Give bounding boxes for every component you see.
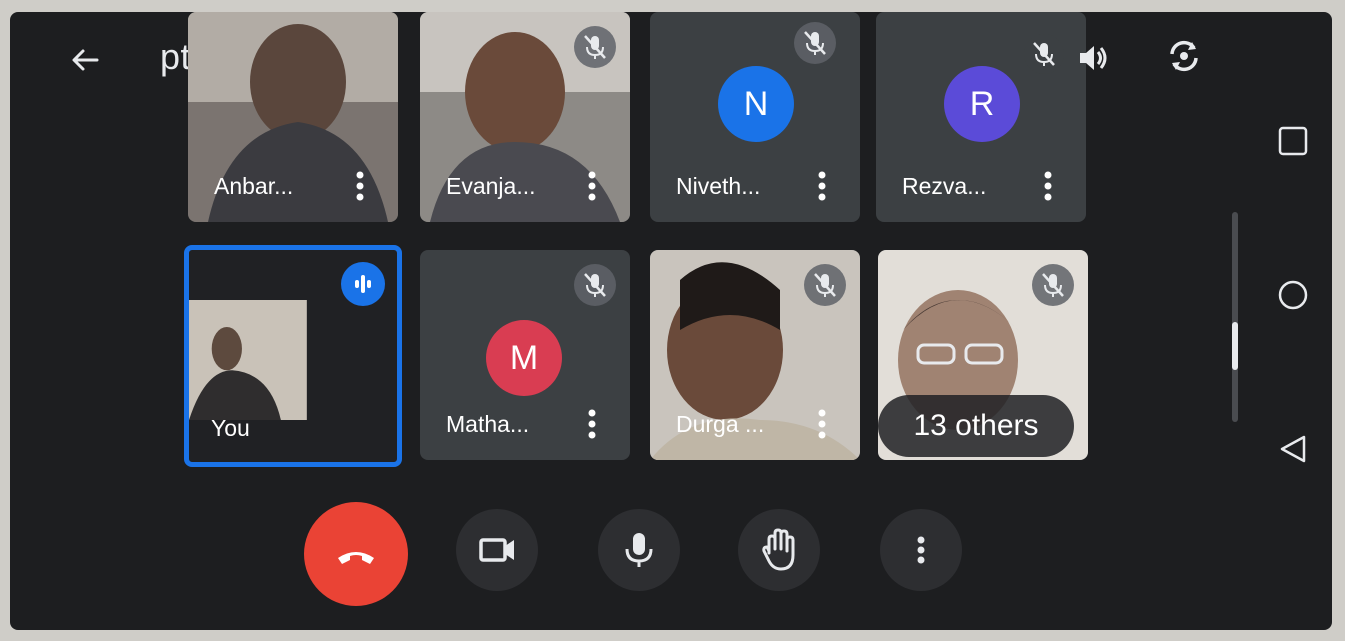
mic-off-icon — [794, 22, 836, 64]
more-vert-icon[interactable] — [586, 170, 598, 202]
meet-call-screen: ptg-idvx-nxw ▸ Anbar... Evanja... — [10, 12, 1332, 630]
volume-slider-handle[interactable] — [1232, 322, 1238, 370]
participant-name: Niveth... — [676, 173, 761, 199]
participant-tile[interactable]: Durga ... — [650, 250, 860, 460]
avatar: N — [718, 66, 794, 142]
participant-name: Anbar... — [214, 173, 294, 199]
participant-tile[interactable]: N Niveth... — [650, 12, 860, 222]
participant-name: You — [211, 415, 250, 441]
self-tile[interactable]: You — [184, 245, 402, 467]
participant-name: Durga ... — [676, 411, 765, 437]
speaker-icon[interactable] — [1072, 38, 1112, 78]
recents-square-icon[interactable] — [1276, 124, 1310, 158]
mic-off-icon — [574, 264, 616, 306]
mic-off-icon — [1032, 264, 1074, 306]
mic-off-icon — [574, 26, 616, 68]
self-video — [189, 300, 307, 420]
participant-tile[interactable]: Anbar... — [188, 12, 398, 222]
end-call-button[interactable] — [304, 502, 408, 606]
home-circle-icon[interactable] — [1276, 278, 1310, 312]
more-options-button[interactable] — [880, 509, 962, 591]
participant-name: Rezva... — [902, 173, 987, 199]
raise-hand-button[interactable] — [738, 509, 820, 591]
mic-off-icon — [1024, 34, 1064, 74]
participant-name: Matha... — [446, 411, 530, 437]
volume-slider-track[interactable] — [1232, 212, 1238, 422]
back-arrow-icon[interactable] — [65, 40, 105, 80]
speaking-indicator-icon — [341, 262, 385, 306]
end-call-icon — [338, 552, 374, 564]
avatar: R — [944, 66, 1020, 142]
raise-hand-icon — [762, 528, 795, 571]
avatar: M — [486, 320, 562, 396]
more-vert-icon[interactable] — [816, 408, 828, 440]
more-vert-icon[interactable] — [1042, 170, 1054, 202]
switch-camera-icon[interactable] — [1162, 34, 1206, 78]
triangle-back-icon[interactable] — [1276, 432, 1310, 466]
participant-tile[interactable]: Evanja... — [420, 12, 630, 222]
microphone-button[interactable] — [598, 509, 680, 591]
camera-button[interactable] — [456, 509, 538, 591]
video-camera-icon — [479, 538, 514, 562]
microphone-icon — [625, 533, 653, 567]
mic-off-icon — [804, 264, 846, 306]
more-vert-icon — [917, 536, 925, 564]
more-vert-icon[interactable] — [816, 170, 828, 202]
participant-name: Evanja... — [446, 173, 536, 199]
others-count-pill[interactable]: 13 others — [878, 395, 1074, 457]
more-vert-icon[interactable] — [586, 408, 598, 440]
more-vert-icon[interactable] — [354, 170, 366, 202]
participant-tile[interactable]: M Matha... — [420, 250, 630, 460]
